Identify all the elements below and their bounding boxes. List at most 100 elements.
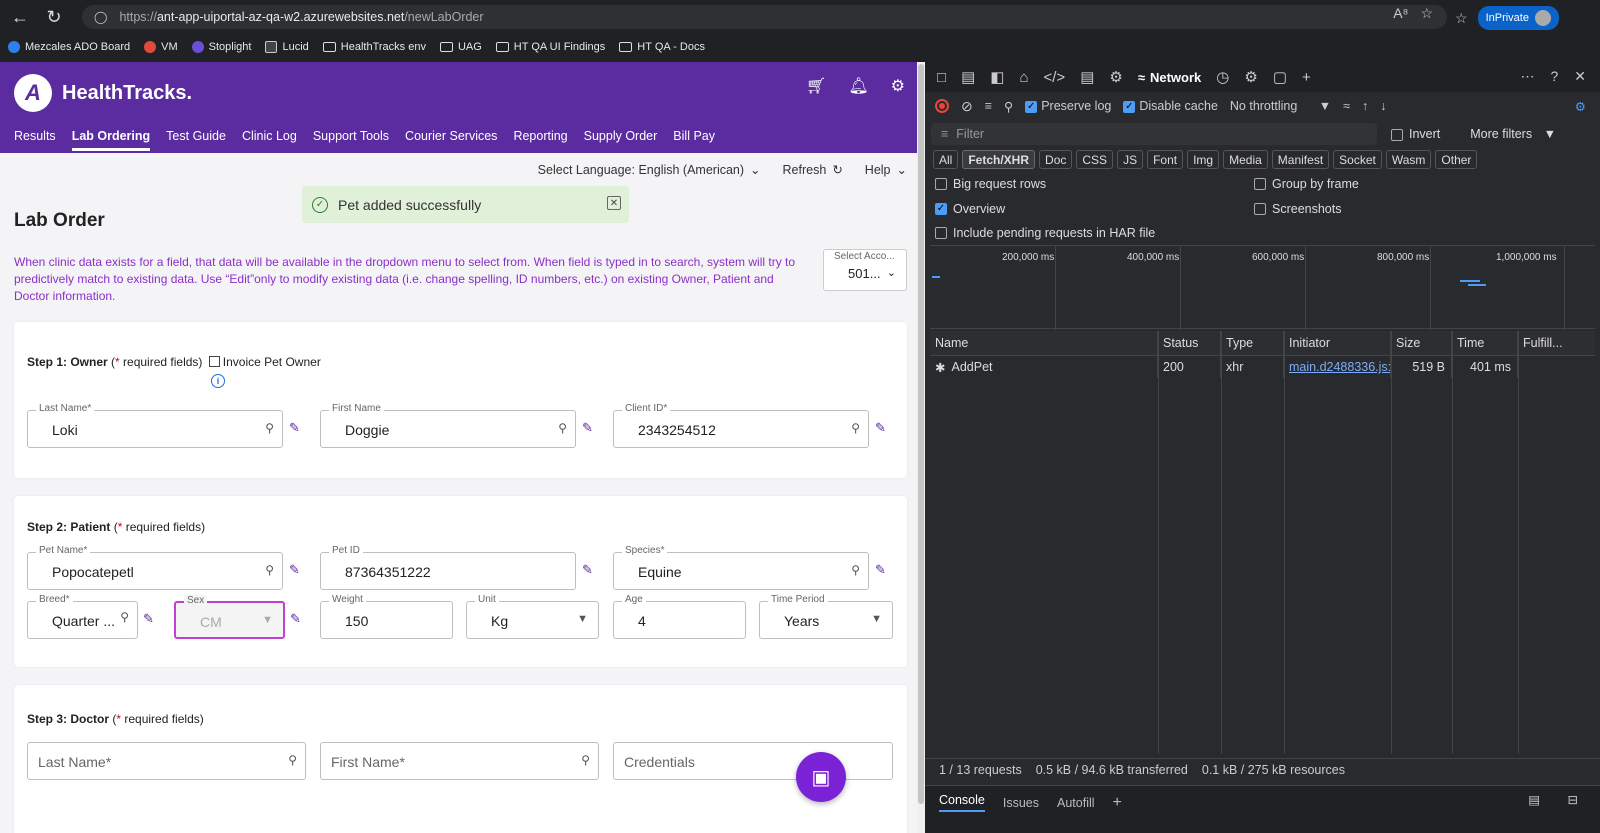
search-icon[interactable]: ⚲ [1004,99,1013,114]
sex-select[interactable]: Sex CM ▼ [174,595,285,639]
bookmark-item[interactable]: Mezcales ADO Board [8,41,130,53]
nav-reporting[interactable]: Reporting [513,129,567,151]
filter-icon[interactable]: ≡ [985,99,992,113]
logo[interactable]: A HealthTracks. [14,74,192,112]
chat-icon[interactable]: ▣ [796,752,846,802]
network-conditions-icon[interactable]: ≈ [1343,99,1350,113]
species-field[interactable]: Species* Equine ⚲ [613,545,869,590]
inspect-icon[interactable]: □ [937,69,946,86]
bookmark-item[interactable]: HT QA - Docs [619,41,705,53]
time-period-select[interactable]: Time Period Years ▼ [759,594,893,639]
type-filter-other[interactable]: Other [1435,150,1478,169]
elements-icon[interactable]: </> [1044,69,1066,86]
disable-cache-checkbox[interactable]: ✓ Disable cache [1123,99,1218,113]
overview-checkbox[interactable]: ✓ Overview [935,202,1005,216]
add-tab-icon[interactable]: + [1113,794,1122,812]
favorites-icon[interactable]: ☆ [1455,10,1468,27]
nav-supply-order[interactable]: Supply Order [584,129,658,151]
download-icon[interactable]: ↓ [1380,99,1386,113]
help-menu[interactable]: Help ⌄ [865,162,907,177]
search-icon[interactable]: ⚲ [558,421,567,435]
favorite-star-icon[interactable]: ☆ [1420,5,1433,22]
upload-icon[interactable]: ↑ [1362,99,1368,113]
type-filter-img[interactable]: Img [1187,150,1220,169]
type-filter-js[interactable]: JS [1117,150,1144,169]
unit-select[interactable]: Unit Kg ▼ [466,594,599,639]
breed-field[interactable]: Breed* Quarter ... ⚲ [27,594,138,639]
bookmark-item[interactable]: HealthTracks env [322,41,426,53]
edit-icon[interactable]: ✎ [582,562,593,578]
nav-test-guide[interactable]: Test Guide [166,129,226,151]
request-initiator[interactable]: main.d2488336.js:2 [1284,356,1391,378]
record-icon[interactable] [935,99,949,113]
close-icon[interactable]: ✕ [607,196,621,210]
type-filter-all[interactable]: All [933,150,959,169]
edit-icon[interactable]: ✎ [875,420,886,436]
add-tab-icon[interactable]: + [1302,69,1311,86]
doctor-last-name-field[interactable]: Last Name* ⚲ [27,742,306,780]
edit-icon[interactable]: ✎ [582,420,593,436]
bookmark-item[interactable]: UAG [439,41,482,53]
invoice-owner-checkbox[interactable] [208,356,220,368]
bell-icon[interactable]: 🔔︎ [848,76,868,96]
group-by-frame-checkbox[interactable]: Group by frame [1254,177,1359,191]
preserve-log-checkbox[interactable]: ✓ Preserve log [1025,99,1111,113]
dock-drawer-icon[interactable]: ▤ [1528,792,1540,807]
pet-id-field[interactable]: Pet ID 87364351222 [320,545,576,590]
tab-network[interactable]: ≈ Network [1138,70,1201,85]
more-icon[interactable]: ⋯ [1520,68,1534,85]
tab-autofill[interactable]: Autofill [1057,796,1095,810]
performance-icon[interactable]: ◷ [1216,68,1229,86]
credentials-field[interactable]: Credentials [613,742,893,780]
edit-icon[interactable]: ✎ [290,611,301,627]
bookmark-item[interactable]: Stoplight [191,41,251,53]
nav-lab-ordering[interactable]: Lab Ordering [71,129,151,151]
type-filter-font[interactable]: Font [1147,150,1184,169]
type-filter-fetch-xhr[interactable]: Fetch/XHR [962,150,1036,169]
edit-icon[interactable]: ✎ [289,420,300,436]
filter-input[interactable]: ≡ Filter [931,123,1377,145]
throttling-select[interactable]: No throttling ▼ [1230,99,1331,113]
table-row[interactable]: ✱ AddPet 200 xhr main.d2488336.js:2 519 B… [930,356,1595,378]
screenshots-checkbox[interactable]: Screenshots [1254,202,1341,216]
owner-last-name-field[interactable]: Last Name* Loki ⚲ [27,403,283,448]
nav-support-tools[interactable]: Support Tools [313,129,389,151]
nav-results[interactable]: Results [14,129,56,151]
info-icon[interactable]: i [211,374,225,388]
close-icon[interactable]: ✕ [1574,68,1586,85]
type-filter-socket[interactable]: Socket [1333,150,1382,169]
tab-console[interactable]: Console [939,793,985,812]
home-icon[interactable]: ⌂ [1019,69,1028,86]
column-header[interactable]: Status [1158,331,1221,355]
refresh-button[interactable]: Refresh ↻ [783,162,843,177]
type-filter-doc[interactable]: Doc [1039,150,1073,169]
doctor-first-name-field[interactable]: First Name* ⚲ [320,742,599,780]
owner-first-name-field[interactable]: First Name Doggie ⚲ [320,403,576,448]
edit-icon[interactable]: ✎ [289,562,300,578]
type-filter-css[interactable]: CSS [1076,150,1114,169]
read-aloud-icon[interactable]: A⁸ [1393,5,1408,22]
inprivate-badge[interactable]: InPrivate [1477,6,1559,30]
settings-gear-icon[interactable]: ⚙ [1575,99,1586,114]
search-icon[interactable]: ⚲ [288,753,297,767]
cart-icon[interactable]: 🛒︎ [806,76,826,96]
back-icon[interactable]: ← [6,3,34,31]
dock-icon[interactable]: ◧ [990,68,1004,86]
device-toggle-icon[interactable]: ▤ [961,68,975,86]
scrollbar-thumb[interactable] [918,64,924,804]
network-overview[interactable]: 200,000 ms 400,000 ms 600,000 ms 800,000… [930,245,1595,330]
help-icon[interactable]: ? [1550,68,1558,85]
client-id-field[interactable]: Client ID* 2343254512 ⚲ [613,403,869,448]
weight-field[interactable]: Weight 150 [320,594,453,639]
column-header[interactable]: Fulfill... [1518,331,1595,355]
column-header[interactable]: Initiator [1284,331,1391,355]
big-rows-checkbox[interactable]: Big request rows [935,177,1046,191]
search-icon[interactable]: ⚲ [265,421,274,435]
age-field[interactable]: Age 4 [613,594,746,639]
address-bar[interactable]: ◯ https://ant-app-uiportal-az-qa-w2.azur… [82,5,1447,29]
column-header[interactable]: Time [1452,331,1518,355]
type-filter-media[interactable]: Media [1223,150,1268,169]
search-icon[interactable]: ⚲ [265,563,274,577]
bookmark-item[interactable]: VM [144,41,178,53]
more-filters-button[interactable]: More filters ▼ [1470,127,1556,141]
